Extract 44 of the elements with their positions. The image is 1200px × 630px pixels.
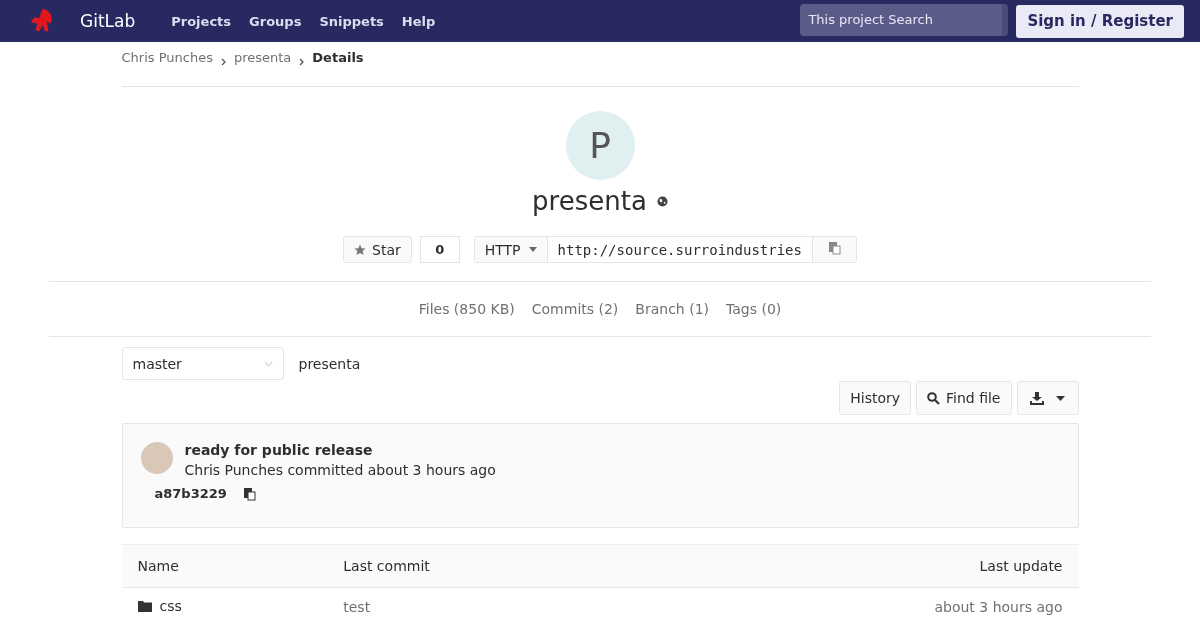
star-button[interactable]: Star: [343, 236, 412, 263]
nav-link[interactable]: Groups: [249, 13, 302, 29]
column-header: Last commit: [327, 544, 647, 588]
clipboard-icon[interactable]: [242, 486, 256, 501]
project-stat-link[interactable]: Files (850 KB): [418, 301, 515, 317]
commit-time: committed about 3 hours ago: [287, 462, 496, 478]
chevron-icon: [299, 58, 305, 66]
project-stat-link[interactable]: Commits (2): [531, 301, 619, 317]
caret-icon: [1056, 395, 1065, 401]
nav-link[interactable]: Snippets: [319, 13, 384, 29]
sign-in-button[interactable]: Sign in / Register: [1016, 4, 1184, 38]
branch-dropdown[interactable]: master: [121, 347, 284, 380]
file-name-link[interactable]: css: [159, 598, 182, 614]
chevron-icon: [220, 58, 226, 66]
project-avatar: P: [565, 111, 635, 180]
commit-message-link[interactable]: test: [343, 598, 371, 615]
star-count: 0: [419, 236, 460, 263]
star-icon: [354, 243, 366, 256]
nav-link[interactable]: Projects: [171, 13, 232, 29]
update-time: about 3 hours ago: [934, 598, 1063, 615]
author-link[interactable]: Chris Punches: [184, 462, 283, 478]
path-label: presenta: [298, 355, 361, 372]
breadcrumb-link[interactable]: presenta: [233, 50, 292, 65]
globe-icon: [656, 195, 668, 207]
avatar-placeholder: [140, 442, 173, 474]
breadcrumb-link[interactable]: Chris Punches: [121, 50, 213, 65]
download-icon: [1030, 391, 1044, 405]
history-button[interactable]: History: [839, 381, 912, 415]
project-name: presenta: [532, 186, 647, 216]
folder-icon: [137, 600, 152, 612]
search-icon: [927, 391, 941, 405]
download-dropdown[interactable]: [1016, 381, 1079, 415]
commit-title[interactable]: ready for public release: [184, 440, 496, 460]
chevron-down-icon: [263, 360, 273, 367]
project-stat-link[interactable]: Branch (1): [635, 301, 709, 317]
search-field[interactable]: This project Search: [800, 4, 1009, 36]
nav-link[interactable]: Help: [401, 13, 436, 29]
find-file-button[interactable]: Find file: [916, 381, 1012, 415]
commit-sha[interactable]: a87b3229: [154, 486, 227, 501]
breadcrumb-link[interactable]: Details: [312, 50, 364, 65]
column-header: Last update: [646, 544, 1079, 588]
project-stat-link[interactable]: Tags (0): [726, 301, 782, 317]
column-header: Name: [121, 544, 328, 588]
brand-name[interactable]: GitLab: [80, 11, 136, 31]
